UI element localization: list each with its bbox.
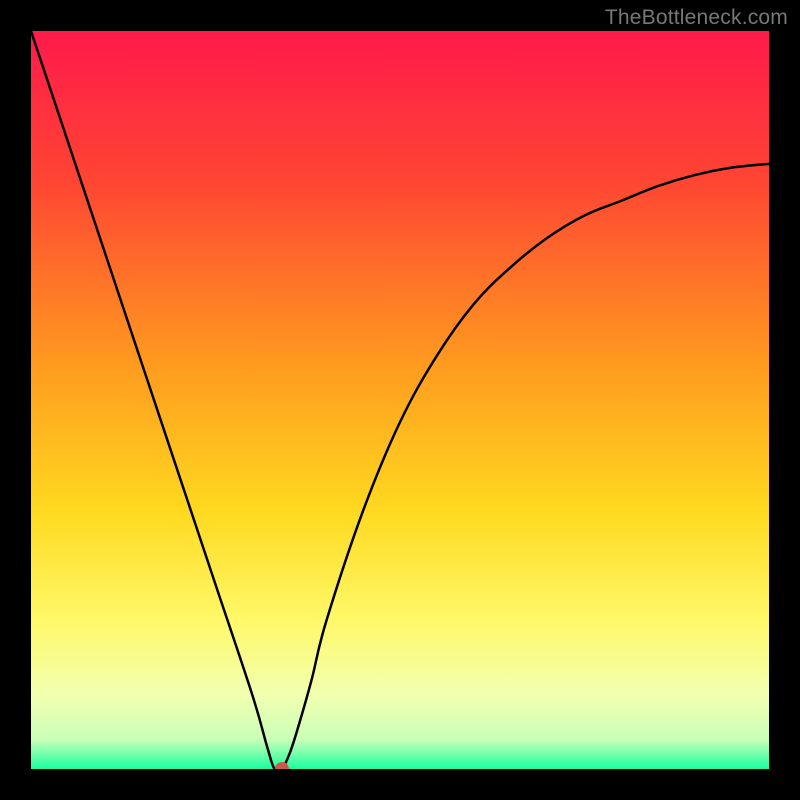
attribution-text: TheBottleneck.com [605, 6, 788, 30]
chart-svg [31, 31, 769, 769]
gradient-background [31, 31, 769, 769]
plot-area [31, 31, 769, 769]
chart-frame: TheBottleneck.com [0, 0, 800, 800]
